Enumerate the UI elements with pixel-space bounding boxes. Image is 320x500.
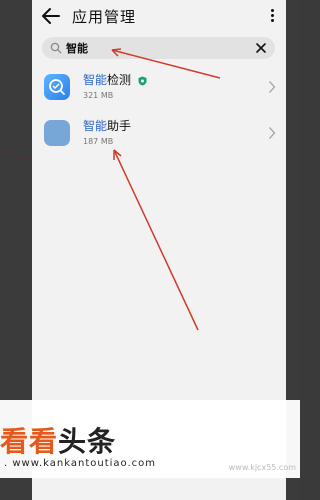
- app-bar: 应用管理: [32, 0, 286, 32]
- watermark-banner: 看看头条 . www.kankantoutiao.com www.kjcx55.…: [0, 400, 300, 478]
- app-size: 321 MB: [83, 91, 114, 100]
- clear-icon[interactable]: [253, 40, 269, 56]
- search-input[interactable]: 智能: [66, 40, 88, 56]
- app-name-rest: 检测: [107, 73, 132, 87]
- watermark-brand-dark: 头条: [58, 425, 117, 458]
- chevron-right-icon: [268, 81, 276, 93]
- app-name: 智能助手: [83, 117, 131, 134]
- corner-watermark: www.kjcx55.com: [228, 463, 296, 472]
- app-size: 187 MB: [83, 137, 114, 146]
- app-assistant-icon: [44, 120, 70, 146]
- watermark-url: . www.kankantoutiao.com: [4, 458, 156, 469]
- watermark-brand-orange: 看看: [0, 425, 59, 458]
- app-list-item[interactable]: 智能助手 187 MB: [32, 112, 286, 156]
- search-icon: [50, 42, 62, 54]
- more-options-icon[interactable]: [268, 7, 276, 25]
- app-name-rest: 助手: [107, 119, 132, 133]
- app-detect-icon: [44, 74, 70, 100]
- app-list-item[interactable]: 智能检测 321 MB: [32, 66, 286, 110]
- app-name-highlight: 智能: [83, 73, 108, 87]
- back-arrow-icon[interactable]: [40, 6, 62, 26]
- search-bar[interactable]: 智能: [42, 37, 275, 59]
- page-title: 应用管理: [72, 8, 137, 26]
- chevron-right-icon: [268, 127, 276, 139]
- watermark-logo: 看看头条: [0, 420, 116, 460]
- shield-check-icon: [138, 76, 147, 85]
- app-name: 智能检测: [83, 71, 147, 88]
- app-name-highlight: 智能: [83, 119, 108, 133]
